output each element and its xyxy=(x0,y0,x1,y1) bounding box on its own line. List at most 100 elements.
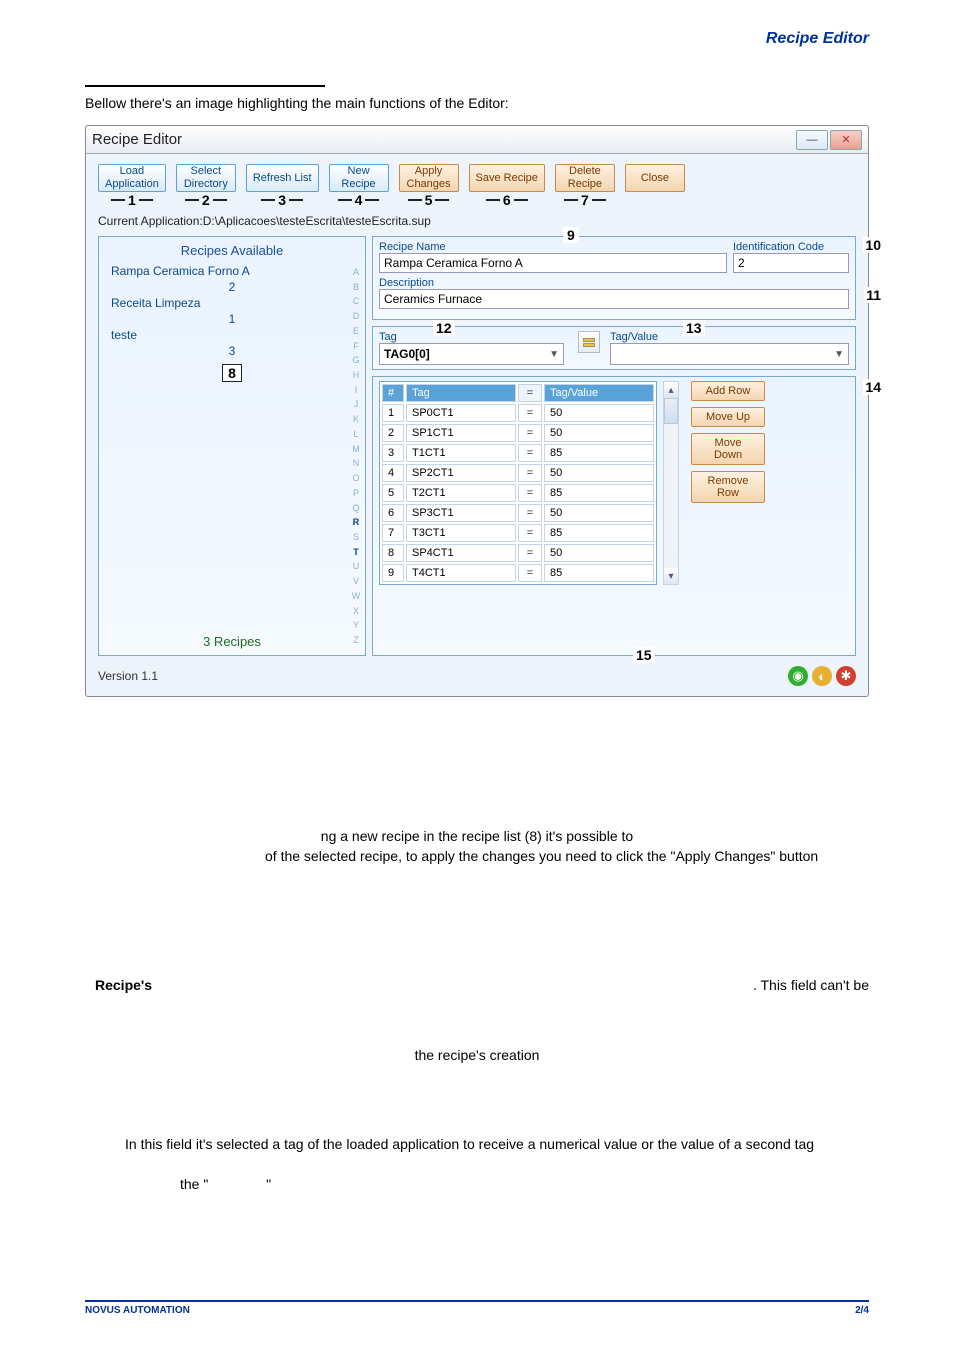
alpha-letter[interactable]: F xyxy=(349,341,363,351)
alpha-letter[interactable]: U xyxy=(349,561,363,571)
alpha-letter[interactable]: D xyxy=(349,311,363,321)
callout-7: 7 xyxy=(564,192,606,208)
toolbar-button[interactable]: New Recipe xyxy=(329,164,389,192)
table-header: # xyxy=(382,384,404,402)
move-down-button[interactable]: Move Down xyxy=(691,433,765,465)
alpha-letter[interactable]: R xyxy=(349,517,363,527)
recipe-list-item[interactable]: teste xyxy=(111,328,353,342)
alpha-letter[interactable]: Y xyxy=(349,620,363,630)
alpha-letter[interactable]: K xyxy=(349,414,363,424)
tag-label: Tag xyxy=(379,331,564,343)
callout-1: 1 xyxy=(111,192,153,208)
alpha-letter[interactable]: L xyxy=(349,429,363,439)
alpha-letter[interactable]: P xyxy=(349,488,363,498)
page-footer: NOVUS AUTOMATION 2/4 xyxy=(85,1300,869,1316)
doc-frag-3a: Recipe's xyxy=(95,976,152,996)
recipe-list-item[interactable]: Rampa Ceramica Forno A xyxy=(111,264,353,278)
callout-5: 5 xyxy=(408,192,450,208)
recipe-list-item-count: 1 xyxy=(99,312,365,326)
alpha-letter[interactable]: V xyxy=(349,576,363,586)
recipe-list-item[interactable]: Receita Limpeza xyxy=(111,296,353,310)
alpha-letter[interactable]: Q xyxy=(349,503,363,513)
scroll-down-icon[interactable]: ▾ xyxy=(664,568,678,584)
doc-frag-4: the recipe's creation xyxy=(85,1046,869,1066)
toolbar-button[interactable]: Select Directory xyxy=(176,164,236,192)
description-label: Description xyxy=(379,277,849,289)
callout-11: 11 xyxy=(864,287,883,303)
toolbar-button[interactable]: Apply Changes xyxy=(399,164,459,192)
table-row[interactable]: 4SP2CT1=50 xyxy=(382,464,654,482)
toolbar-button[interactable]: Close xyxy=(625,164,685,192)
scroll-up-icon[interactable]: ▴ xyxy=(664,382,678,398)
table-row[interactable]: 5T2CT1=85 xyxy=(382,484,654,502)
alpha-letter[interactable]: O xyxy=(349,473,363,483)
status-icon-green: ◉ xyxy=(788,666,808,686)
id-code-input[interactable] xyxy=(733,253,849,273)
alpha-letter[interactable]: A xyxy=(349,267,363,277)
alpha-letter[interactable]: G xyxy=(349,355,363,365)
toolbar-button[interactable]: Delete Recipe xyxy=(555,164,615,192)
table-row[interactable]: 6SP3CT1=50 xyxy=(382,504,654,522)
alpha-letter[interactable]: M xyxy=(349,444,363,454)
alpha-letter[interactable]: T xyxy=(349,547,363,557)
remove-row-button[interactable]: Remove Row xyxy=(691,471,765,503)
doc-frag-5: In this field it's selected a tag of the… xyxy=(85,1135,869,1155)
table-row[interactable]: 3T1CT1=85 xyxy=(382,444,654,462)
alpha-letter[interactable]: I xyxy=(349,385,363,395)
alpha-letter[interactable]: S xyxy=(349,532,363,542)
toolbar-button[interactable]: Save Recipe xyxy=(469,164,545,192)
add-row-button[interactable]: Add Row xyxy=(691,381,765,401)
tag-value-label: Tag/Value xyxy=(610,331,849,343)
alpha-letter[interactable]: X xyxy=(349,606,363,616)
scroll-thumb[interactable] xyxy=(664,398,678,424)
table-row[interactable]: 7T3CT1=85 xyxy=(382,524,654,542)
titlebar: Recipe Editor — ✕ xyxy=(86,126,868,154)
callout-2: 2 xyxy=(185,192,227,208)
alpha-letter[interactable]: B xyxy=(349,282,363,292)
alpha-letter[interactable]: E xyxy=(349,326,363,336)
section-rule xyxy=(85,85,325,87)
table-row[interactable]: 8SP4CT1=50 xyxy=(382,544,654,562)
status-icon-red: ✱ xyxy=(836,666,856,686)
callout-10: 10 xyxy=(863,237,883,253)
table-row[interactable]: 1SP0CT1=50 xyxy=(382,404,654,422)
chevron-down-icon: ▼ xyxy=(549,349,559,360)
callout-14: 14 xyxy=(863,379,883,395)
recipe-name-input[interactable] xyxy=(379,253,727,273)
minimize-button[interactable]: — xyxy=(796,130,828,150)
tag-combo[interactable]: TAG0[0] ▼ xyxy=(379,343,564,365)
recipes-available-header: Recipes Available xyxy=(99,237,365,262)
chevron-down-icon: ▼ xyxy=(834,349,844,360)
tag-combo-value: TAG0[0] xyxy=(384,347,430,361)
current-application-path: Current Application:D:\Aplicacoes\testeE… xyxy=(98,214,856,228)
alpha-letter[interactable]: J xyxy=(349,399,363,409)
doc-frag-2: of the selected recipe, to apply the cha… xyxy=(265,847,839,867)
close-window-button[interactable]: ✕ xyxy=(830,130,862,150)
doc-frag-6b: " xyxy=(266,1176,271,1192)
alpha-letter[interactable]: W xyxy=(349,591,363,601)
table-row[interactable]: 9T4CT1=85 xyxy=(382,564,654,582)
alpha-letter[interactable]: N xyxy=(349,458,363,468)
description-input[interactable] xyxy=(379,289,849,309)
doc-frag-3b: . This field can't be xyxy=(753,976,869,996)
table-header: Tag/Value xyxy=(544,384,654,402)
callout-4: 4 xyxy=(338,192,380,208)
page-header-title: Recipe Editor xyxy=(766,30,869,48)
table-row[interactable]: 2SP1CT1=50 xyxy=(382,424,654,442)
alpha-letter[interactable]: H xyxy=(349,370,363,380)
tag-icon-button-1[interactable] xyxy=(578,331,600,353)
table-scrollbar[interactable]: ▴ ▾ xyxy=(663,381,679,585)
tag-value-combo[interactable]: ▼ xyxy=(610,343,849,365)
footer-company: NOVUS AUTOMATION xyxy=(85,1305,190,1316)
table-header: Tag xyxy=(406,384,516,402)
toolbar-button[interactable]: Refresh List xyxy=(246,164,319,192)
move-up-button[interactable]: Move Up xyxy=(691,407,765,427)
callout-15: 15 xyxy=(633,647,655,663)
callout-6: 6 xyxy=(486,192,528,208)
alpha-letter[interactable]: Z xyxy=(349,635,363,645)
alpha-index[interactable]: ABCDEFGHIJKLMNOPQRSTUVWXYZ xyxy=(349,267,363,645)
alpha-letter[interactable]: C xyxy=(349,296,363,306)
status-icon-yellow: ◐ xyxy=(812,666,832,686)
toolbar-button[interactable]: Load Application xyxy=(98,164,166,192)
recipes-count: 3 Recipes xyxy=(99,628,365,655)
